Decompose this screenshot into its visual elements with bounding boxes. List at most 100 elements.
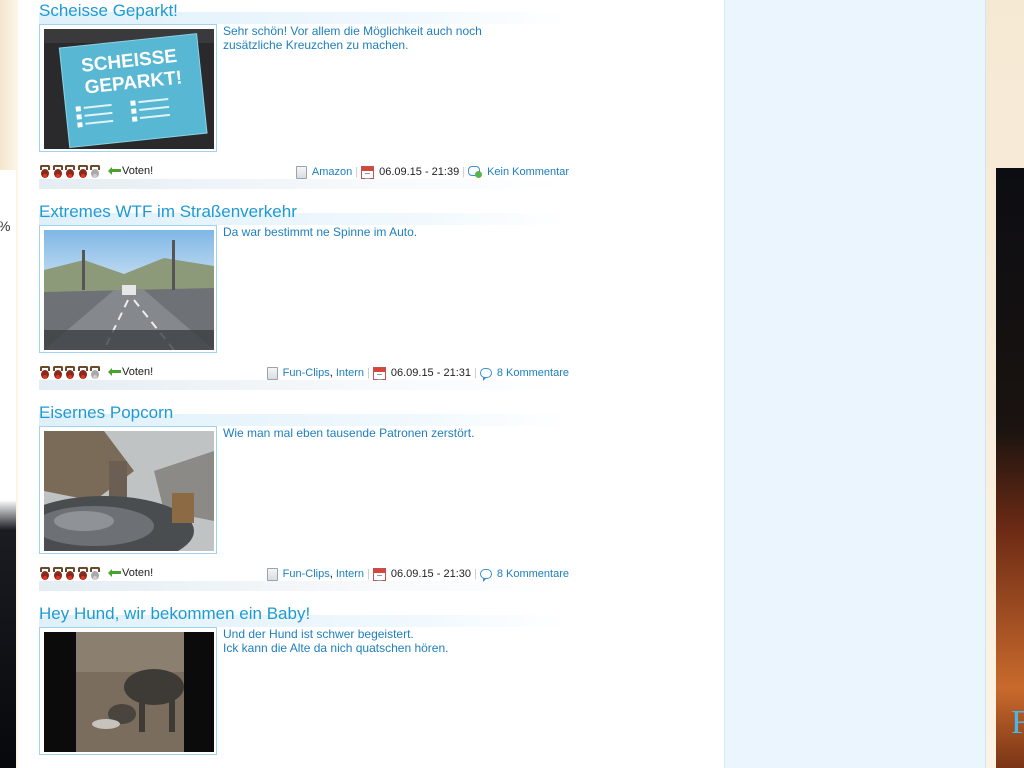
meta-separator: | — [367, 568, 370, 580]
arrow-left-icon — [108, 569, 121, 577]
post-body: Und der Hund ist schwer begeistert. Ick … — [39, 627, 569, 758]
category-link[interactable]: Intern — [336, 367, 364, 379]
post-description: Wie man mal eben tausende Patronen zerst… — [223, 426, 523, 440]
comments-link[interactable]: 8 Kommentare — [497, 568, 569, 580]
post-text-line: Da war bestimmt ne Spinne im Auto. — [223, 225, 418, 239]
post-date: 06.09.15 - 21:31 — [390, 367, 471, 379]
right-sidebar — [724, 0, 986, 768]
post-description: Da war bestimmt ne Spinne im Auto. — [223, 225, 523, 239]
post-header: Eisernes Popcorn — [39, 402, 569, 426]
vote-button[interactable]: Voten! — [108, 165, 153, 177]
rating-reindeer-icon[interactable] — [39, 165, 51, 179]
meta-shade — [39, 581, 569, 591]
rating-stars — [39, 366, 102, 380]
thumbnail-image-ammo-pile — [44, 431, 214, 551]
post-description: Und der Hund ist schwer begeistert. Ick … — [223, 627, 523, 655]
thumbnail-image-parking-sticker: SCHEISSE GEPARKT! — [44, 29, 214, 149]
rating-reindeer-icon[interactable] — [52, 366, 64, 380]
calendar-icon — [361, 165, 375, 179]
calendar-icon — [372, 366, 386, 380]
rating-reindeer-icon[interactable] — [64, 165, 76, 179]
post: Hey Hund, wir bekommen ein Baby! Und der… — [39, 603, 569, 758]
post-thumbnail-frame — [39, 627, 217, 755]
post-header: Extremes WTF im Straßenverkehr — [39, 201, 569, 225]
background-fragment-left: % — [0, 218, 10, 234]
post-text-line: Sehr schön! Vor allem die Möglichkeit au… — [223, 24, 482, 52]
category-separator: , — [329, 367, 333, 379]
post-text-line: Ick kann die Alte da nich quatschen höre… — [223, 641, 449, 655]
background-ad-right — [996, 168, 1024, 768]
main-content: Scheisse Geparkt! SCHEISSE GEPARKT! Sehr… — [18, 0, 724, 768]
rating-reindeer-icon[interactable] — [39, 366, 51, 380]
vote-button[interactable]: Voten! — [108, 366, 153, 378]
post-meta-info: Fun-Clips, Intern | 06.09.15 - 21:31 | 8… — [266, 366, 569, 381]
meta-separator: | — [367, 367, 370, 379]
vote-button[interactable]: Voten! — [108, 567, 153, 579]
meta-separator: | — [462, 166, 466, 178]
rating-stars — [39, 165, 102, 179]
comment-bubble-icon — [479, 368, 492, 381]
category-icon — [295, 165, 307, 179]
post-date: 06.09.15 - 21:39 — [379, 166, 460, 178]
vote-label: Voten! — [122, 366, 154, 378]
background-fragment-right: F — [1011, 704, 1024, 741]
post-header: Scheisse Geparkt! — [39, 0, 569, 24]
post-thumbnail[interactable]: SCHEISSE GEPARKT! — [44, 29, 214, 149]
rating-reindeer-icon[interactable] — [77, 366, 89, 380]
post-header: Hey Hund, wir bekommen ein Baby! — [39, 603, 569, 627]
comments-link[interactable]: 8 Kommentare — [497, 367, 569, 379]
arrow-left-icon — [108, 167, 121, 175]
calendar-icon — [372, 567, 386, 581]
post: Eisernes Popcorn Wie man mal eben tausen… — [39, 402, 569, 591]
rating-reindeer-icon[interactable] — [52, 567, 64, 581]
post-thumbnail[interactable] — [44, 431, 214, 551]
category-link[interactable]: Amazon — [312, 166, 352, 178]
post-body: Da war bestimmt ne Spinne im Auto. — [39, 225, 569, 356]
arrow-left-icon — [108, 368, 121, 376]
rating-reindeer-icon[interactable] — [52, 165, 64, 179]
meta-shade — [39, 179, 569, 189]
rating-reindeer-icon[interactable] — [39, 567, 51, 581]
post-thumbnail-frame: SCHEISSE GEPARKT! — [39, 24, 217, 152]
vote-label: Voten! — [122, 567, 154, 579]
post-title[interactable]: Extremes WTF im Straßenverkehr — [39, 201, 569, 223]
category-icon — [266, 567, 278, 581]
post-title[interactable]: Eisernes Popcorn — [39, 402, 569, 424]
post-body: Wie man mal eben tausende Patronen zerst… — [39, 426, 569, 557]
meta-separator: | — [355, 166, 359, 178]
rating-reindeer-icon[interactable] — [64, 366, 76, 380]
category-link[interactable]: Fun-Clips — [283, 367, 330, 379]
category-link[interactable]: Fun-Clips — [283, 568, 330, 580]
post-title[interactable]: Hey Hund, wir bekommen ein Baby! — [39, 603, 569, 625]
thumbnail-image-dog — [44, 632, 214, 752]
post-thumbnail-frame — [39, 225, 217, 353]
rating-reindeer-icon[interactable] — [89, 567, 101, 581]
post-description: Sehr schön! Vor allem die Möglichkeit au… — [223, 24, 523, 52]
meta-separator: | — [473, 568, 477, 580]
post: Scheisse Geparkt! SCHEISSE GEPARKT! Sehr… — [39, 0, 569, 189]
category-link[interactable]: Intern — [336, 568, 364, 580]
meta-shade — [39, 380, 569, 390]
thumbnail-image-road — [44, 230, 214, 350]
post-text-line: Wie man mal eben tausende Patronen zerst… — [223, 426, 475, 440]
rating-stars — [39, 567, 102, 581]
post-meta-info: Amazon | 06.09.15 - 21:39 | Kein Komment… — [295, 165, 569, 179]
post-meta-bar: Voten! Amazon | 06.09.15 - 21:39 | Kein … — [39, 165, 569, 189]
post-body: SCHEISSE GEPARKT! Sehr schön! Vor allem … — [39, 24, 569, 155]
rating-reindeer-icon[interactable] — [89, 366, 101, 380]
post-meta-bar: Voten! Fun-Clips, Intern | 06.09.15 - 21… — [39, 366, 569, 390]
comments-link[interactable]: Kein Kommentar — [487, 166, 569, 178]
background-ad-left — [0, 170, 16, 768]
post-title[interactable]: Scheisse Geparkt! — [39, 0, 569, 22]
rating-reindeer-icon[interactable] — [77, 567, 89, 581]
rating-reindeer-icon[interactable] — [64, 567, 76, 581]
post-thumbnail[interactable] — [44, 632, 214, 752]
post: Extremes WTF im Straßenverkehr Da war be… — [39, 201, 569, 390]
vote-label: Voten! — [122, 165, 154, 177]
post-thumbnail-frame — [39, 426, 217, 554]
post-thumbnail[interactable] — [44, 230, 214, 350]
rating-reindeer-icon[interactable] — [89, 165, 101, 179]
add-comment-icon — [468, 166, 483, 178]
post-meta-info: Fun-Clips, Intern | 06.09.15 - 21:30 | 8… — [266, 567, 569, 582]
rating-reindeer-icon[interactable] — [77, 165, 89, 179]
